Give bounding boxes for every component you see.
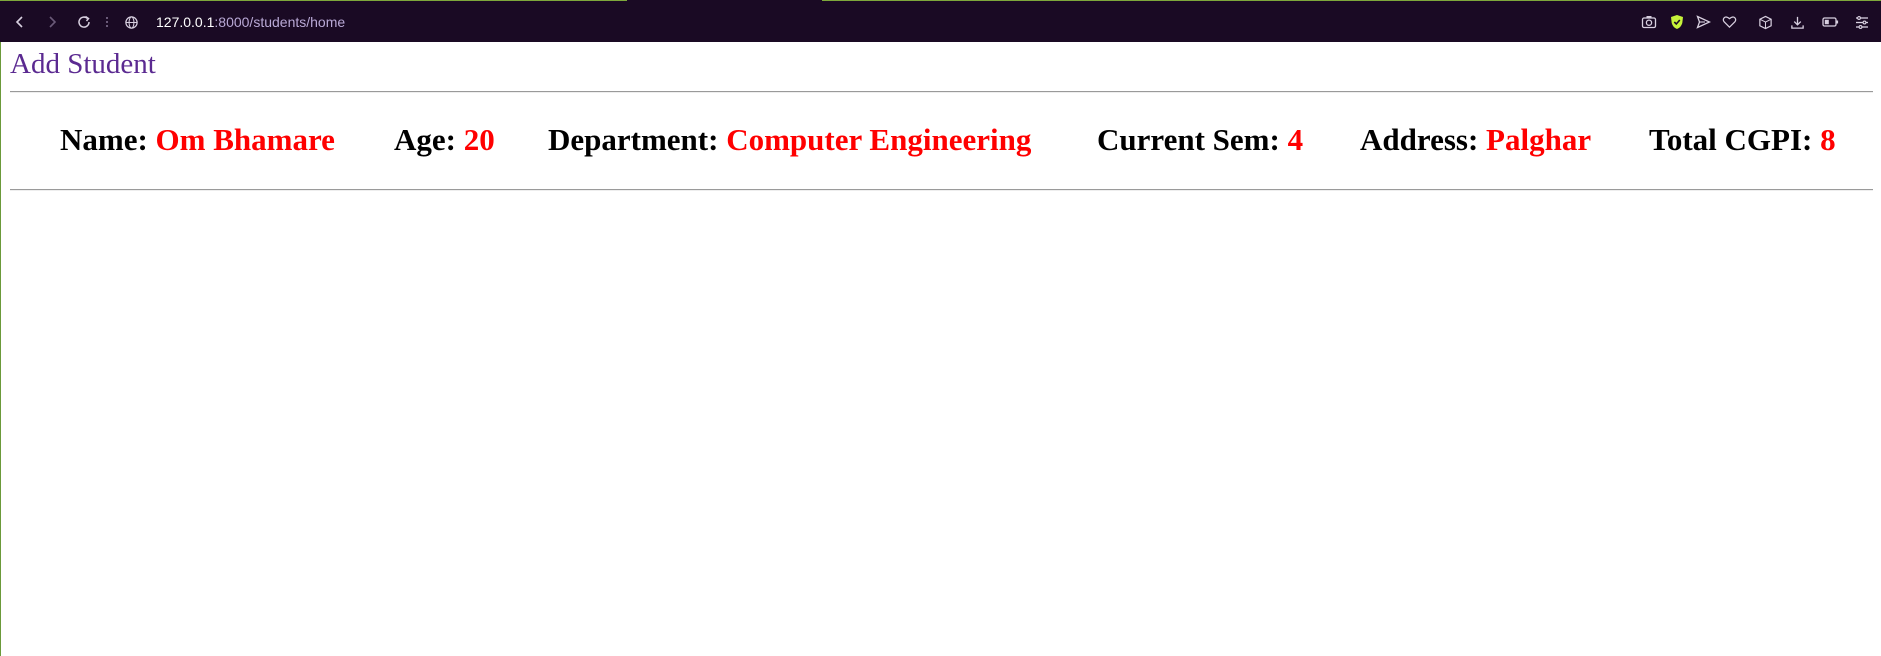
battery-icon[interactable] xyxy=(1818,1,1842,43)
download-icon[interactable] xyxy=(1786,1,1808,43)
student-department-field: Department: Computer Engineering xyxy=(548,122,1031,158)
url-host: 127.0.0.1 xyxy=(156,14,215,30)
add-student-link[interactable]: Add Student xyxy=(10,48,156,81)
cgpi-label: Total CGPI: xyxy=(1649,122,1813,157)
address-bar[interactable]: 127.0.0.1:8000/students/home xyxy=(156,1,345,43)
send-icon[interactable] xyxy=(1692,1,1714,43)
forward-arrow-icon[interactable] xyxy=(40,1,64,43)
shield-icon[interactable] xyxy=(1666,1,1688,43)
heart-icon[interactable] xyxy=(1718,1,1740,43)
active-tab-indicator xyxy=(627,0,822,3)
url-path: :8000/students/home xyxy=(214,14,346,30)
age-label: Age: xyxy=(394,122,456,157)
student-age-field: Age: 20 xyxy=(394,122,495,158)
student-name-field: Name: Om Bhamare xyxy=(60,122,335,158)
browser-toolbar: 127.0.0.1:8000/students/home xyxy=(0,0,1881,42)
name-label: Name: xyxy=(60,122,148,157)
name-value: Om Bhamare xyxy=(155,122,335,157)
student-sem-field: Current Sem: 4 xyxy=(1097,122,1303,158)
department-value: Computer Engineering xyxy=(726,122,1032,157)
sem-label: Current Sem: xyxy=(1097,122,1280,157)
address-value: Palghar xyxy=(1486,122,1592,157)
divider-bottom xyxy=(10,189,1873,191)
window-border xyxy=(0,0,1,656)
department-label: Department: xyxy=(548,122,719,157)
toolbar-separator xyxy=(106,17,110,27)
cube-icon[interactable] xyxy=(1754,1,1776,43)
menu-icon[interactable] xyxy=(1851,1,1873,43)
reload-icon[interactable] xyxy=(72,1,96,43)
globe-icon[interactable] xyxy=(120,1,142,43)
camera-icon[interactable] xyxy=(1638,1,1660,43)
divider-top xyxy=(10,91,1873,93)
sem-value: 4 xyxy=(1287,122,1304,157)
age-value: 20 xyxy=(463,122,495,157)
student-address-field: Address: Palghar xyxy=(1360,122,1591,158)
student-cgpi-field: Total CGPI: 8 xyxy=(1649,122,1836,158)
cgpi-value: 8 xyxy=(1820,122,1836,157)
back-arrow-icon[interactable] xyxy=(8,1,32,43)
address-label: Address: xyxy=(1360,122,1479,157)
